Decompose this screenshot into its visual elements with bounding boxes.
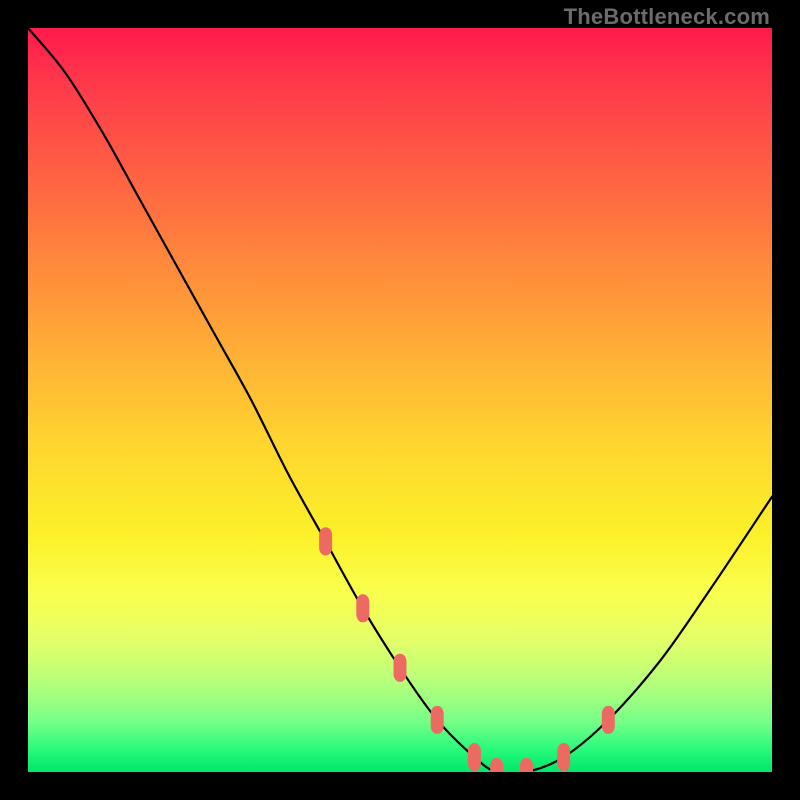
bottleneck-curve-svg: [28, 28, 772, 772]
watermark-text: TheBottleneck.com: [564, 4, 770, 30]
curve-marker: [431, 706, 444, 734]
curve-marker: [356, 594, 369, 622]
curve-marker: [520, 758, 533, 772]
chart-frame: TheBottleneck.com: [0, 0, 800, 800]
curve-marker: [602, 706, 615, 734]
curve-marker: [319, 527, 332, 555]
curve-marker: [468, 743, 481, 771]
curve-marker: [557, 743, 570, 771]
curve-marker: [490, 758, 503, 772]
plot-area: [28, 28, 772, 772]
curve-marker: [394, 654, 407, 682]
marker-group: [319, 527, 615, 772]
